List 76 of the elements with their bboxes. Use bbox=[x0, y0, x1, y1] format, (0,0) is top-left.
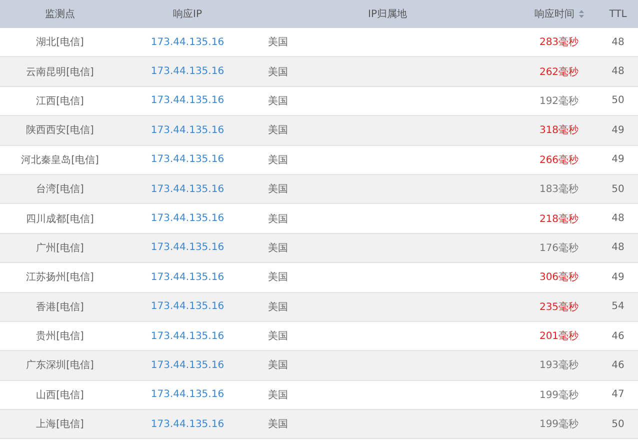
table-cell: 173.44.135.16 bbox=[150, 389, 224, 400]
table-cell: 云南昆明[电信] bbox=[26, 66, 94, 78]
column-header: 响应时间 bbox=[534, 8, 574, 21]
table-cell: 176毫秒 bbox=[539, 242, 579, 254]
table-cell: 48 bbox=[612, 242, 624, 254]
table-cell: 美国 bbox=[268, 272, 288, 284]
table-cell: 318毫秒 bbox=[539, 125, 579, 136]
table-cell: 49 bbox=[612, 154, 624, 166]
table-cell: 173.44.135.16 bbox=[150, 213, 224, 224]
table-cell: 台湾[电信] bbox=[36, 184, 84, 196]
table-cell: 266毫秒 bbox=[539, 154, 579, 166]
table-cell: 173.44.135.16 bbox=[150, 36, 224, 48]
table-cell: 美国 bbox=[268, 125, 288, 136]
table-cell: 183毫秒 bbox=[539, 184, 579, 196]
table-cell: 47 bbox=[612, 389, 624, 400]
table-cell: 49 bbox=[612, 272, 624, 283]
table-cell: 235毫秒 bbox=[539, 302, 579, 313]
table-cell: 283毫秒 bbox=[539, 37, 579, 48]
table-cell: 193毫秒 bbox=[539, 360, 579, 372]
table-cell: 美国 bbox=[268, 302, 288, 313]
table-cell: 美国 bbox=[268, 331, 288, 342]
table-cell: 美国 bbox=[268, 154, 288, 166]
table-cell: 173.44.135.16 bbox=[150, 184, 224, 195]
table-cell: 46 bbox=[612, 360, 624, 371]
table-cell: 173.44.135.16 bbox=[150, 418, 224, 430]
table-cell: 48 bbox=[612, 213, 624, 224]
table-cell: 218毫秒 bbox=[539, 214, 579, 225]
table-cell: 306毫秒 bbox=[539, 272, 579, 284]
table-cell: 49 bbox=[612, 124, 624, 136]
table-cell: 上海[电信] bbox=[36, 419, 84, 430]
table-cell: 江西[电信] bbox=[36, 96, 84, 107]
table-cell: 173.44.135.16 bbox=[150, 330, 224, 342]
table-cell: 173.44.135.16 bbox=[150, 66, 224, 78]
table-cell: 美国 bbox=[268, 96, 288, 107]
table-cell: 173.44.135.16 bbox=[150, 360, 224, 371]
table-cell: 山西[电信] bbox=[36, 390, 84, 401]
table-cell: 48 bbox=[612, 36, 624, 48]
table-cell: 美国 bbox=[268, 37, 288, 48]
column-header: 监测点 bbox=[45, 8, 75, 21]
table-cell: 河北秦皇岛[电信] bbox=[21, 154, 99, 166]
table-cell: 54 bbox=[612, 301, 624, 312]
table-cell: 美国 bbox=[268, 214, 288, 225]
table-cell: 江苏扬州[电信] bbox=[26, 272, 94, 284]
table-cell: 美国 bbox=[268, 242, 288, 254]
table-cell: 173.44.135.16 bbox=[150, 154, 224, 166]
table-cell: 湖北[电信] bbox=[36, 37, 84, 48]
table-cell: 173.44.135.16 bbox=[150, 242, 224, 254]
column-header: 响应IP bbox=[173, 8, 202, 21]
table-cell: 48 bbox=[612, 66, 624, 78]
table-cell: 贵州[电信] bbox=[36, 331, 84, 342]
table-cell: 美国 bbox=[268, 419, 288, 430]
table-cell: 262毫秒 bbox=[539, 66, 579, 78]
table-cell: 美国 bbox=[268, 66, 288, 78]
table-cell: 201毫秒 bbox=[539, 331, 579, 342]
table-cell: 陕西西安[电信] bbox=[26, 125, 94, 136]
table-cell: 四川成都[电信] bbox=[26, 214, 94, 225]
table-cell: 199毫秒 bbox=[539, 390, 579, 401]
table-cell: 50 bbox=[612, 184, 624, 195]
table-cell: 50 bbox=[612, 95, 624, 106]
table-cell: 173.44.135.16 bbox=[150, 301, 224, 312]
table-cell: 美国 bbox=[268, 184, 288, 196]
table-cell: 173.44.135.16 bbox=[150, 95, 224, 106]
table-cell: 50 bbox=[612, 418, 624, 430]
column-header: IP归属地 bbox=[368, 8, 407, 21]
table-cell: 173.44.135.16 bbox=[150, 272, 224, 283]
table-cell: 美国 bbox=[268, 360, 288, 372]
table-cell: 192毫秒 bbox=[539, 96, 579, 107]
table-cell: 广东深圳[电信] bbox=[26, 360, 94, 372]
table-cell: 199毫秒 bbox=[539, 419, 579, 430]
table-cell: 46 bbox=[612, 330, 624, 342]
sort-icon[interactable] bbox=[578, 10, 584, 18]
table-cell: 香港[电信] bbox=[36, 302, 84, 313]
column-header: TTL bbox=[609, 8, 627, 20]
table-cell: 广州[电信] bbox=[36, 242, 84, 254]
table-cell: 美国 bbox=[268, 390, 288, 401]
table-cell: 173.44.135.16 bbox=[150, 124, 224, 136]
